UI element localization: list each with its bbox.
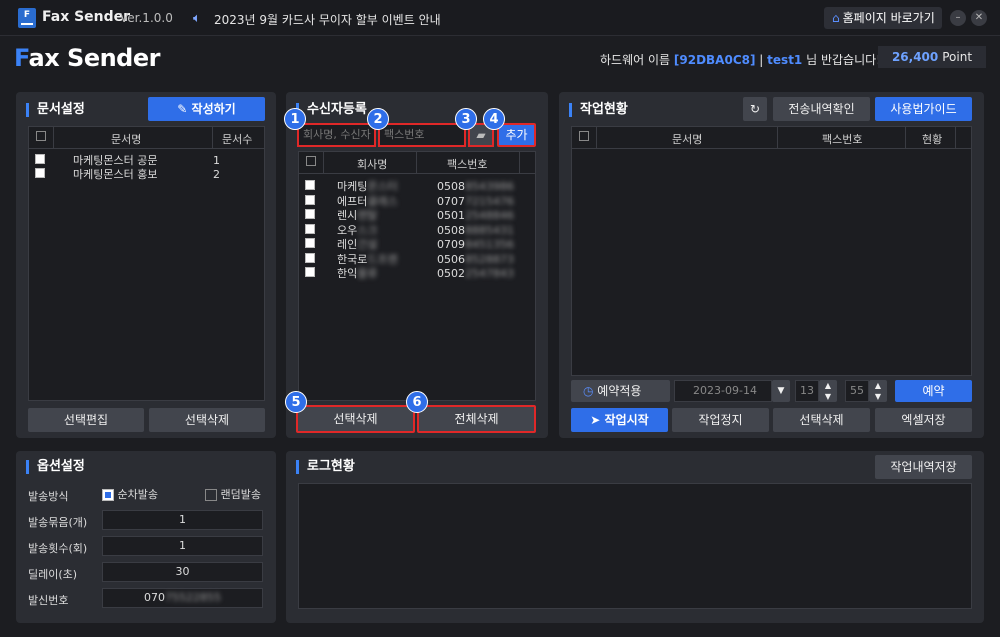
table-row[interactable]: 레인건설 07098451356 — [305, 238, 530, 252]
annotation-badge: 6 — [406, 391, 428, 413]
recipient-panel-title: 수신자등록 — [296, 103, 367, 117]
minimize-button[interactable]: – — [950, 10, 966, 26]
hardware-info: 하드웨어 이름 [92DBA0C8] | test1 님 반갑습니다! — [600, 53, 881, 67]
start-job-button[interactable]: ➤ 작업시작 — [571, 408, 668, 432]
row-checkbox[interactable] — [305, 238, 315, 248]
home-icon: ⌂ — [832, 11, 840, 25]
delete-selected-recipient-button[interactable]: 선택삭제 — [296, 405, 415, 433]
delete-selected-document-button[interactable]: 선택삭제 — [149, 408, 265, 432]
notice-link[interactable]: 2023년 9월 카드사 무이자 할부 이벤트 안내 — [214, 11, 441, 28]
reserve-minute-input[interactable]: 55 — [845, 380, 869, 402]
sender-number-input[interactable]: 07075522855 — [102, 588, 263, 608]
annotation-badge: 1 — [284, 108, 306, 130]
random-radio[interactable]: 랜덤발송 — [205, 486, 261, 502]
company-name-input[interactable]: 회사명, 수신자 — [297, 123, 376, 147]
save-log-button[interactable]: 작업내역저장 — [875, 455, 972, 479]
add-recipient-button[interactable]: 추가 — [497, 123, 536, 147]
delete-selected-job-button[interactable]: 선택삭제 — [773, 408, 870, 432]
delete-all-recipient-button[interactable]: 전체삭제 — [417, 405, 536, 433]
refresh-icon[interactable]: ↻ — [743, 97, 767, 121]
row-checkbox[interactable] — [305, 194, 315, 205]
row-checkbox[interactable] — [305, 267, 315, 277]
sender-number-label: 발신번호 — [28, 594, 69, 607]
repeat-label: 발송횟수(회) — [28, 542, 88, 555]
send-icon: ➤ — [590, 413, 605, 427]
annotation-badge: 2 — [367, 108, 389, 130]
repeat-input[interactable]: 1 — [102, 536, 263, 556]
table-row[interactable]: 한국로드프렌 05068528873 — [305, 252, 530, 267]
history-button[interactable]: 전송내역확인 — [773, 97, 870, 121]
log-panel-title: 로그현황 — [296, 460, 355, 474]
clock-icon: ◷ — [583, 384, 598, 398]
send-method-label: 발송방식 — [28, 490, 69, 503]
hardware-name: [92DBA0C8] — [673, 53, 756, 67]
fax-number-input[interactable]: 팩스번호 — [378, 123, 466, 147]
brand-logo: Fax Sender — [14, 44, 160, 72]
select-all-jobs-checkbox[interactable] — [579, 131, 589, 141]
document-panel-title: 문서설정 — [26, 103, 85, 117]
app-version: Ver.1.0.0 — [120, 11, 173, 25]
list-item[interactable]: 마케팅몬스터 공문 1 — [35, 154, 265, 168]
edit-selected-button[interactable]: 선택편집 — [28, 408, 144, 432]
reserve-hour-input[interactable]: 13 — [795, 380, 819, 402]
table-row[interactable]: 마케팅몬스터 05088543986 — [305, 180, 530, 194]
select-all-checkbox[interactable] — [36, 131, 46, 141]
table-row[interactable]: 한익물류 05022547843 — [305, 267, 530, 281]
row-checkbox[interactable] — [305, 209, 315, 219]
job-list: 문서명 팩스번호 현황 — [571, 126, 972, 376]
row-checkbox[interactable] — [305, 180, 315, 190]
table-row[interactable]: 에프터클래스 07077215476 — [305, 194, 530, 209]
app-title: Fax Sender — [42, 9, 131, 25]
minute-stepper[interactable]: ▲ ▼ — [869, 380, 887, 402]
row-checkbox[interactable] — [35, 154, 45, 164]
sequential-radio[interactable]: 순차발송 — [102, 486, 158, 502]
annotation-badge: 5 — [285, 391, 307, 413]
bundle-label: 발송묶음(개) — [28, 516, 88, 529]
date-dropdown-icon[interactable]: ▼ — [772, 380, 790, 402]
delay-label: 딜레이(초) — [28, 568, 78, 581]
table-row[interactable]: 렌시렌탈 05012548846 — [305, 209, 530, 223]
hour-stepper[interactable]: ▲ ▼ — [819, 380, 837, 402]
row-checkbox[interactable] — [305, 223, 315, 234]
job-panel-title: 작업현황 — [569, 103, 628, 117]
options-panel-title: 옵션설정 — [26, 460, 85, 474]
table-row[interactable]: 오우스크 05088885431 — [305, 223, 530, 238]
app-logo-icon: F — [18, 8, 36, 28]
edit-icon: ✎ — [177, 102, 192, 116]
guide-button[interactable]: 사용법가이드 — [875, 97, 972, 121]
homepage-button[interactable]: ⌂ 홈페이지 바로가기 — [824, 7, 942, 29]
bundle-input[interactable]: 1 — [102, 510, 263, 530]
user-name: test1 — [767, 53, 803, 67]
reserve-date-input[interactable]: 2023-09-14 — [674, 380, 772, 402]
reserve-button[interactable]: 예약 — [895, 380, 972, 402]
speaker-icon: 🔈︎ — [193, 11, 201, 26]
list-item[interactable]: 마케팅몬스터 홍보 2 — [35, 168, 265, 182]
delay-input[interactable]: 30 — [102, 562, 263, 582]
log-area — [298, 483, 972, 609]
write-document-button[interactable]: ✎ 작성하기 — [148, 97, 265, 121]
excel-save-button[interactable]: 엑셀저장 — [875, 408, 972, 432]
point-balance: 26,400 Point — [878, 46, 986, 68]
reserve-toggle[interactable]: ◷ 예약적용 — [571, 380, 670, 402]
close-button[interactable]: ✕ — [971, 10, 987, 26]
row-checkbox[interactable] — [305, 252, 315, 263]
annotation-badge: 4 — [483, 108, 505, 130]
row-checkbox[interactable] — [35, 168, 45, 178]
annotation-badge: 3 — [455, 108, 477, 130]
stop-job-button[interactable]: 작업정지 — [672, 408, 769, 432]
select-all-recipients-checkbox[interactable] — [306, 156, 316, 166]
